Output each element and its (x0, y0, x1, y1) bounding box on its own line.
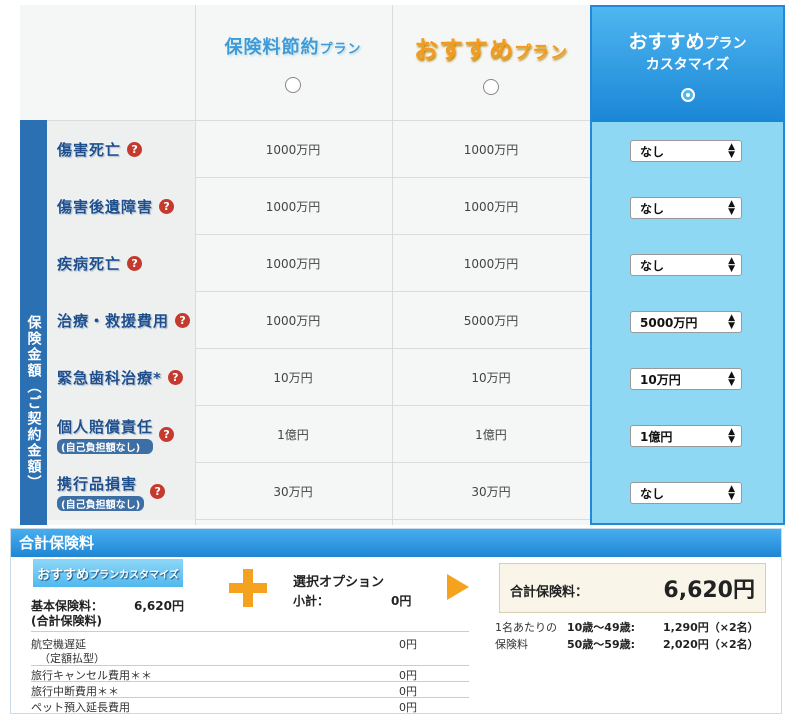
custom-amount-select[interactable]: 5000万円 ▲ ▼ (630, 311, 742, 333)
custom-amount-select[interactable]: なし ▲ ▼ (630, 482, 742, 504)
plan-comparison-table: 保険料節約プラン おすすめプラン おすすめプラン カスタマイズ 保険金額（ご契約… (20, 5, 785, 525)
coverage-row-label: 疾病死亡? (47, 235, 195, 292)
select-value: 5000万円 (640, 315, 698, 330)
divider (31, 697, 469, 698)
per-person-label: 1名あたりの (495, 621, 557, 634)
plan-subtitle-custom: カスタマイズ (645, 57, 730, 73)
saving-plan-amount: 1000万円 (265, 314, 321, 328)
help-icon[interactable]: ? (127, 256, 143, 271)
plan-header-recommended[interactable]: おすすめプラン (392, 5, 590, 120)
custom-amount-select[interactable]: なし ▲ ▼ (630, 254, 742, 276)
saving-plan-amount: 1000万円 (265, 257, 321, 271)
option-sublabel: （定額払型） (39, 652, 105, 665)
option-label: ペット預入延長費用 (31, 701, 130, 714)
coverage-row-label: 緊急歯科治療*? (47, 349, 195, 406)
summary-header: 合計保険料 (11, 529, 781, 557)
custom-plan-badge: おすすめ プランカスタマイズ (33, 559, 183, 587)
coverage-row-label: 治療・救援費用? (47, 292, 195, 349)
recommended-plan-amount: 5000万円 (463, 314, 519, 328)
divider (31, 665, 469, 666)
plan-radio-custom[interactable] (680, 88, 695, 102)
option-title: 選択オプション (293, 575, 385, 590)
saving-plan-amount: 1億円 (277, 428, 309, 442)
plan-title-custom: おすすめプラン (628, 31, 747, 53)
coverage-name: 傷害死亡 (57, 141, 122, 159)
custom-amount-select[interactable]: なし ▲ ▼ (630, 140, 742, 162)
coverage-name: 緊急歯科治療* (57, 369, 162, 387)
per-person-label-2: 保険料 (495, 638, 528, 651)
select-arrows-icon: ▲ ▼ (728, 199, 735, 217)
recommended-plan-amount: 1億円 (475, 428, 507, 442)
divider (31, 681, 469, 682)
age-range: 10歳〜49歳: (567, 621, 636, 634)
coverage-name: 疾病死亡 (57, 255, 122, 273)
basic-premium-note: (合計保険料) (31, 614, 102, 628)
basic-premium-value: 6,620円 (134, 599, 184, 613)
help-icon[interactable]: ? (150, 484, 166, 499)
arrow-right-icon (447, 574, 469, 600)
plan-radio-saving[interactable] (285, 76, 301, 93)
coverage-name: 個人賠償責任 (57, 417, 154, 436)
recommended-plan-amount: 1000万円 (463, 257, 519, 271)
help-icon[interactable]: ? (127, 142, 143, 157)
plan-radio-recommended[interactable] (483, 79, 499, 95)
select-value: なし (640, 486, 665, 501)
coverage-note: (自己負担額なし) (57, 438, 154, 454)
age-price: 1,290円（×2名） (663, 621, 759, 634)
coverage-name: 治療・救援費用 (57, 312, 170, 330)
coverage-row-label: 携行品損害 (自己負担額なし)? (47, 463, 195, 520)
select-value: なし (640, 201, 665, 216)
plan-title-recommended: おすすめプラン (414, 36, 568, 64)
coverage-row-label: 傷害死亡? (47, 121, 195, 178)
select-arrows-icon: ▲ ▼ (728, 142, 735, 160)
total-premium-box: 合計保険料： 6,620円 (499, 563, 766, 613)
coverage-name: 傷害後遺障害 (57, 198, 154, 216)
saving-plan-amount: 10万円 (273, 371, 313, 385)
custom-amount-select[interactable]: 1億円 ▲ ▼ (630, 425, 742, 447)
select-value: 1億円 (640, 429, 673, 444)
select-arrows-icon: ▲ ▼ (728, 256, 735, 274)
saving-plan-amount: 30万円 (273, 485, 313, 499)
help-icon[interactable]: ? (175, 313, 191, 328)
age-range: 50歳〜59歳: (567, 638, 636, 651)
recommended-plan-amount: 10万円 (471, 371, 511, 385)
help-icon[interactable]: ? (159, 427, 175, 442)
select-arrows-icon: ▲ ▼ (728, 370, 735, 388)
saving-plan-amount: 1000万円 (265, 143, 321, 157)
recommended-plan-amount: 1000万円 (463, 143, 519, 157)
select-value: なし (640, 258, 665, 273)
divider (31, 631, 469, 632)
coverage-row-label: 傷害後遺障害? (47, 178, 195, 235)
select-arrows-icon: ▲ ▼ (728, 313, 735, 331)
coverage-row-label: 個人賠償責任 (自己負担額なし)? (47, 406, 195, 463)
select-value: 10万円 (640, 372, 681, 387)
coverage-name: 携行品損害 (57, 474, 138, 493)
option-value: 0円 (399, 701, 417, 714)
plan-title-saving: 保険料節約プラン (224, 36, 362, 58)
coverage-amount-label: 保険金額（ご契約金額） (20, 120, 47, 525)
select-arrows-icon: ▲ ▼ (728, 427, 735, 445)
option-value: 0円 (399, 638, 417, 651)
custom-amount-select[interactable]: なし ▲ ▼ (630, 197, 742, 219)
recommended-plan-amount: 1000万円 (463, 200, 519, 214)
select-value: なし (640, 144, 665, 159)
help-icon[interactable]: ? (167, 370, 183, 385)
coverage-note: (自己負担額なし) (57, 495, 145, 511)
age-price: 2,020円（×2名） (663, 638, 759, 651)
subtotal-label: 小計： (293, 594, 330, 608)
select-arrows-icon: ▲ ▼ (728, 484, 735, 502)
custom-amount-select[interactable]: 10万円 ▲ ▼ (630, 368, 742, 390)
plus-icon (229, 569, 267, 607)
total-premium-label: 合計保険料： (510, 585, 589, 600)
help-icon[interactable]: ? (159, 199, 175, 214)
subtotal-value: 0円 (391, 594, 412, 608)
plan-header-custom[interactable]: おすすめプラン カスタマイズ (592, 7, 783, 122)
premium-summary: 合計保険料 おすすめ プランカスタマイズ 基本保険料： 6,620円 (合計保険料… (10, 528, 782, 714)
total-premium-value: 6,620円 (663, 578, 755, 603)
saving-plan-amount: 1000万円 (265, 200, 321, 214)
plan-header-saving[interactable]: 保険料節約プラン (195, 5, 391, 120)
recommended-plan-amount: 30万円 (471, 485, 511, 499)
